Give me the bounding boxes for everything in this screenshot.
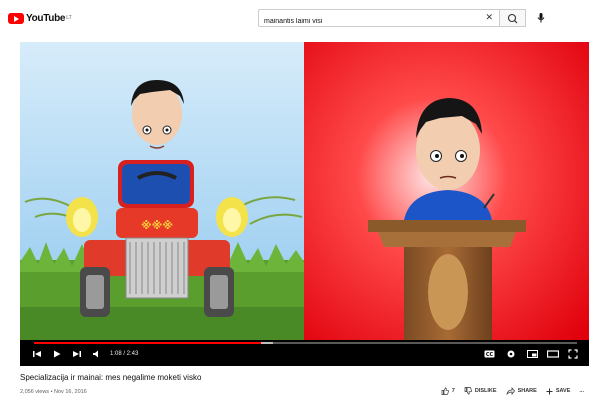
youtube-logo-icon bbox=[8, 12, 24, 24]
progress-played bbox=[34, 342, 261, 344]
video-player[interactable]: ※※※ 1:08 / 2:43 CC bbox=[20, 42, 589, 366]
youtube-logo[interactable]: YouTube LT bbox=[8, 11, 72, 25]
share-button[interactable]: SHARE bbox=[505, 387, 537, 395]
search-box: ✕ bbox=[258, 9, 500, 30]
player-controls: 1:08 / 2:43 CC bbox=[20, 340, 589, 366]
like-button[interactable]: 7 bbox=[441, 387, 455, 395]
thumbs-down-icon bbox=[464, 387, 472, 395]
video-actions: 7 DISLIKE SHARE SAVE ... bbox=[432, 387, 584, 395]
search-icon bbox=[507, 13, 518, 24]
progress-bar[interactable] bbox=[34, 342, 577, 344]
dislike-button[interactable]: DISLIKE bbox=[464, 387, 497, 395]
more-icon: ... bbox=[579, 388, 584, 394]
video-title: Specializacija ir mainai: mes negalime m… bbox=[20, 373, 202, 382]
more-actions-button[interactable]: ... bbox=[579, 388, 584, 394]
search-button[interactable] bbox=[500, 9, 526, 27]
logo-text: YouTube bbox=[26, 12, 66, 24]
masthead: YouTube LT ✕ bbox=[0, 0, 590, 36]
mic-icon bbox=[537, 13, 545, 23]
video-meta: 2,056 views • Nov 16, 2016 bbox=[20, 389, 87, 395]
add-to-playlist-icon bbox=[546, 388, 553, 394]
clear-icon[interactable]: ✕ bbox=[485, 12, 493, 23]
svg-text:CC: CC bbox=[486, 352, 494, 358]
share-label: SHARE bbox=[517, 388, 537, 394]
search-input[interactable] bbox=[259, 13, 464, 30]
logo-country-code: LT bbox=[66, 15, 72, 21]
share-icon bbox=[505, 387, 515, 395]
dislike-label: DISLIKE bbox=[474, 388, 497, 394]
video-frame: ※※※ bbox=[20, 42, 589, 340]
save-button[interactable]: SAVE bbox=[546, 388, 571, 395]
like-count: 7 bbox=[451, 388, 455, 394]
save-label: SAVE bbox=[555, 388, 571, 394]
time-display: 1:08 / 2:43 bbox=[110, 351, 139, 357]
thumbs-up-icon bbox=[441, 387, 449, 395]
voice-search-button[interactable] bbox=[533, 10, 549, 26]
svg-text:※※※: ※※※ bbox=[141, 219, 173, 232]
